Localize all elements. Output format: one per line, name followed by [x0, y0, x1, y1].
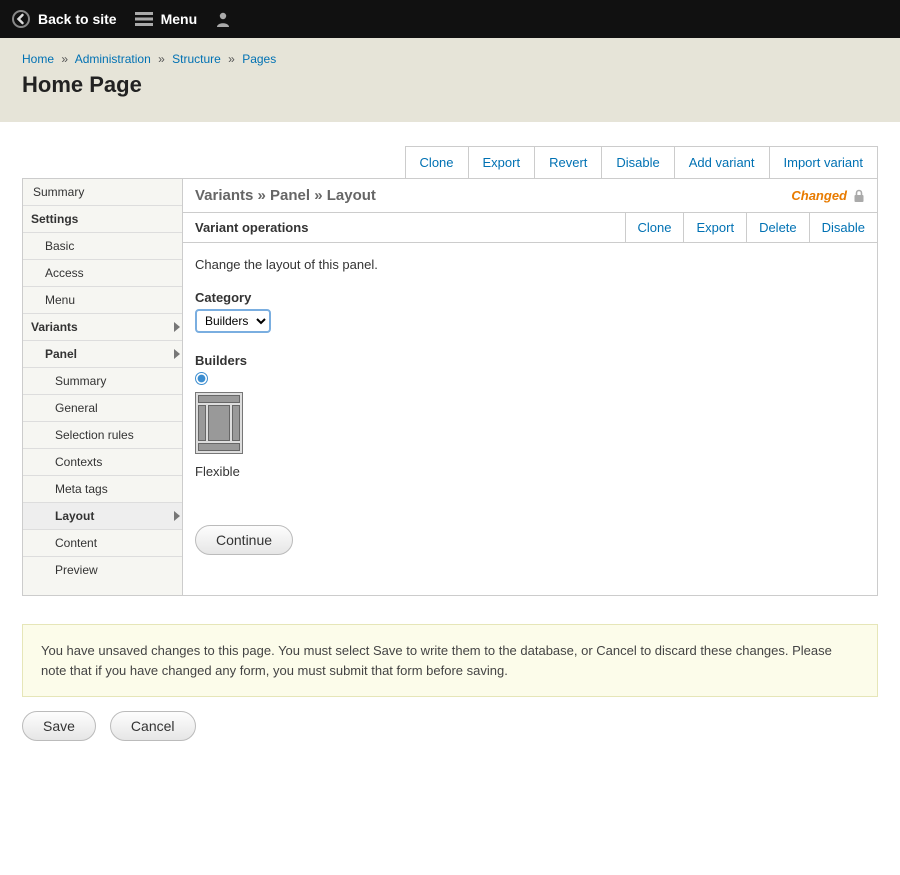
back-to-site-label: Back to site: [38, 11, 117, 27]
continue-button[interactable]: Continue: [195, 525, 293, 555]
tab-clone[interactable]: Clone: [406, 147, 469, 178]
sidebar-item-panel-preview[interactable]: Preview: [23, 557, 182, 583]
panel: Variants » Panel » Layout Changed Varian…: [182, 178, 878, 596]
sidebar-item-panel-layout[interactable]: Layout: [23, 503, 182, 530]
sidebar-item-panel-contexts[interactable]: Contexts: [23, 449, 182, 476]
menu-label: Menu: [161, 11, 198, 27]
cancel-button[interactable]: Cancel: [110, 711, 196, 741]
sidebar-item-label: Panel: [45, 347, 77, 361]
panel-body: Change the layout of this panel. Categor…: [183, 243, 877, 595]
back-to-site-button[interactable]: Back to site: [12, 10, 117, 28]
category-select-wrap: Builders: [195, 309, 271, 333]
panel-header-status: Changed: [791, 188, 865, 203]
sidebar-item-label: Layout: [55, 509, 94, 523]
builders-label: Builders: [195, 353, 865, 368]
sidebar-item-settings[interactable]: Settings: [23, 206, 182, 233]
breadcrumb: Home » Administration » Structure » Page…: [22, 52, 878, 66]
category-select[interactable]: Builders: [197, 311, 269, 331]
variant-action-clone[interactable]: Clone: [625, 213, 684, 242]
variant-action-disable[interactable]: Disable: [809, 213, 877, 242]
breadcrumb-home[interactable]: Home: [22, 52, 54, 66]
menu-button[interactable]: Menu: [135, 11, 198, 27]
category-label: Category: [195, 290, 865, 305]
chevron-right-icon: [174, 322, 180, 332]
breadcrumb-pages[interactable]: Pages: [242, 52, 276, 66]
panel-header: Variants » Panel » Layout Changed: [183, 179, 877, 213]
content-wrap: Clone Export Revert Disable Add variant …: [0, 146, 900, 596]
panel-subheader: Variant operations Clone Export Delete D…: [183, 213, 877, 243]
page-title: Home Page: [22, 72, 878, 98]
sidebar-item-label: Variants: [31, 320, 78, 334]
panel-description: Change the layout of this panel.: [195, 257, 865, 272]
layout-option-flexible[interactable]: Flexible: [195, 372, 243, 479]
sidebar-item-panel-content[interactable]: Content: [23, 530, 182, 557]
sidebar: Summary Settings Basic Access Menu Varia…: [22, 178, 182, 596]
user-icon: [215, 11, 231, 27]
status-changed-label: Changed: [791, 188, 847, 203]
panel-sub-actions: Clone Export Delete Disable: [625, 213, 877, 242]
tab-import-variant[interactable]: Import variant: [770, 147, 877, 178]
layout-thumb-icon: [195, 392, 243, 454]
sidebar-item-panel-selection[interactable]: Selection rules: [23, 422, 182, 449]
layout-option-label: Flexible: [195, 464, 243, 479]
panel-header-title: Variants » Panel » Layout: [195, 187, 376, 204]
sidebar-item-panel-general[interactable]: General: [23, 395, 182, 422]
main-region: Summary Settings Basic Access Menu Varia…: [22, 178, 878, 596]
sidebar-item-summary[interactable]: Summary: [23, 179, 182, 206]
lock-icon: [853, 189, 865, 203]
panel-sub-title: Variant operations: [183, 213, 320, 242]
tab-disable[interactable]: Disable: [602, 147, 674, 178]
tab-revert[interactable]: Revert: [535, 147, 602, 178]
sidebar-item-panel-summary[interactable]: Summary: [23, 368, 182, 395]
tab-add-variant[interactable]: Add variant: [675, 147, 770, 178]
chevron-right-icon: [174, 349, 180, 359]
sidebar-item-basic[interactable]: Basic: [23, 233, 182, 260]
head-region: Home » Administration » Structure » Page…: [0, 38, 900, 122]
breadcrumb-sep: »: [57, 52, 72, 66]
breadcrumb-structure[interactable]: Structure: [172, 52, 221, 66]
breadcrumb-admin[interactable]: Administration: [75, 52, 151, 66]
hamburger-icon: [135, 12, 153, 26]
chevron-right-icon: [174, 511, 180, 521]
layout-radio-row: [195, 372, 243, 388]
tab-export[interactable]: Export: [469, 147, 536, 178]
sidebar-item-variants[interactable]: Variants: [23, 314, 182, 341]
admin-topbar: Back to site Menu: [0, 0, 900, 38]
sidebar-item-panel-meta[interactable]: Meta tags: [23, 476, 182, 503]
save-button[interactable]: Save: [22, 711, 96, 741]
continue-row: Continue: [195, 525, 865, 555]
sidebar-item-menu[interactable]: Menu: [23, 287, 182, 314]
sidebar-item-panel[interactable]: Panel: [23, 341, 182, 368]
breadcrumb-sep: »: [154, 52, 169, 66]
sidebar-item-access[interactable]: Access: [23, 260, 182, 287]
variant-action-delete[interactable]: Delete: [746, 213, 809, 242]
breadcrumb-sep: »: [224, 52, 239, 66]
variant-action-export[interactable]: Export: [683, 213, 746, 242]
user-menu[interactable]: [215, 11, 231, 27]
primary-tabs-inner: Clone Export Revert Disable Add variant …: [405, 146, 878, 178]
bottom-actions: Save Cancel: [0, 711, 900, 771]
layout-radio-flexible[interactable]: [195, 372, 208, 385]
unsaved-changes-notice: You have unsaved changes to this page. Y…: [22, 624, 878, 697]
primary-tabs: Clone Export Revert Disable Add variant …: [22, 146, 878, 178]
back-arrow-icon: [12, 10, 30, 28]
